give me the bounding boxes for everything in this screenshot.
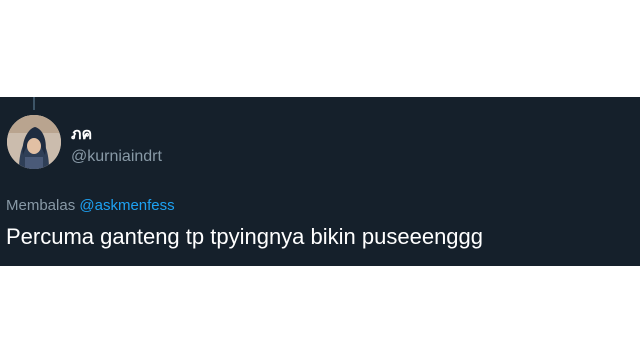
reply-context: Membalas @askmenfess	[6, 197, 175, 215]
screenshot-canvas: ภค @kurniaindrt Membalas @askmenfess Per…	[0, 0, 640, 360]
user-handle[interactable]: @kurniaindrt	[71, 148, 162, 166]
reply-mention-link[interactable]: @askmenfess	[79, 197, 174, 214]
avatar[interactable]	[7, 115, 61, 169]
tweet-text: Percuma ganteng tp tpyingnya bikin pusee…	[6, 224, 484, 249]
display-name[interactable]: ภค	[71, 126, 92, 144]
avatar-image	[7, 115, 61, 169]
thread-connector-line	[33, 97, 35, 110]
reply-prefix-label: Membalas	[6, 197, 76, 214]
tweet-card[interactable]: ภค @kurniaindrt Membalas @askmenfess Per…	[0, 97, 640, 266]
